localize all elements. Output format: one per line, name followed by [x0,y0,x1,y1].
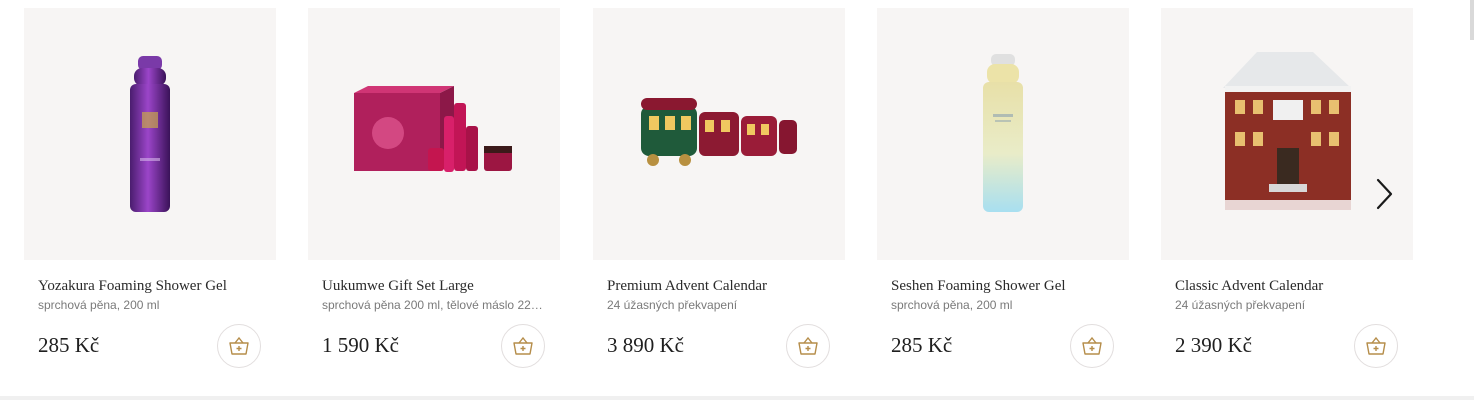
basket-plus-icon [229,336,249,355]
product-price: 3 890 Kč [607,333,684,357]
add-to-cart-button[interactable] [501,324,545,368]
chevron-right-icon [1376,178,1393,210]
pink-gift-set-icon [354,86,512,172]
purple-spray-can-icon [130,56,170,212]
product-name[interactable]: Uukumwe Gift Set Large [322,278,474,295]
product-price: 1 590 Kč [322,333,399,357]
product-card[interactable]: Premium Advent Calendar 24 úžasných přek… [593,8,845,388]
product-description: sprchová pěna 200 ml, tělové máslo 220 .… [322,298,546,312]
product-price: 285 Kč [38,333,100,357]
product-image[interactable] [24,8,276,260]
product-image[interactable] [308,8,560,260]
product-price: 285 Kč [891,333,953,357]
add-to-cart-button[interactable] [1354,324,1398,368]
basket-plus-icon [1366,336,1386,355]
product-carousel: Yozakura Foaming Shower Gel sprchová pěn… [0,0,1474,400]
basket-plus-icon [513,336,533,355]
product-name[interactable]: Yozakura Foaming Shower Gel [38,278,227,295]
basket-plus-icon [798,336,818,355]
product-image[interactable] [593,8,845,260]
add-to-cart-button[interactable] [1070,324,1114,368]
train-advent-calendar-icon [641,98,797,166]
house-advent-calendar-icon [1223,52,1351,210]
product-name[interactable]: Seshen Foaming Shower Gel [891,278,1066,295]
add-to-cart-button[interactable] [217,324,261,368]
product-description: 24 úžasných překvapení [1175,298,1306,312]
product-name[interactable]: Classic Advent Calendar [1175,278,1323,295]
pastel-spray-can-icon [983,54,1023,212]
product-image[interactable] [1161,8,1413,260]
product-card[interactable]: Uukumwe Gift Set Large sprchová pěna 200… [308,8,560,388]
product-price: 2 390 Kč [1175,333,1252,357]
divider [0,396,1474,400]
product-name[interactable]: Premium Advent Calendar [607,278,767,295]
scrollbar[interactable] [1470,0,1474,40]
product-description: 24 úžasných překvapení [607,298,738,312]
add-to-cart-button[interactable] [786,324,830,368]
product-card[interactable]: Yozakura Foaming Shower Gel sprchová pěn… [24,8,276,388]
carousel-next-button[interactable] [1370,176,1398,212]
product-description: sprchová pěna, 200 ml [38,298,160,312]
product-card[interactable]: Seshen Foaming Shower Gel sprchová pěna,… [877,8,1129,388]
basket-plus-icon [1082,336,1102,355]
product-description: sprchová pěna, 200 ml [891,298,1013,312]
product-image[interactable] [877,8,1129,260]
